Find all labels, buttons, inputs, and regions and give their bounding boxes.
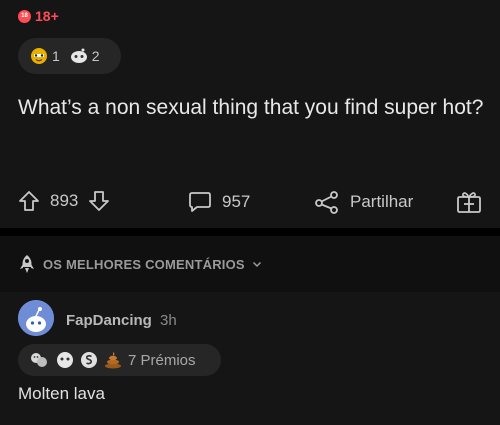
poop-award-icon <box>105 352 121 369</box>
gold-face-award-icon <box>30 47 48 65</box>
snoo-face-award-icon <box>57 352 73 368</box>
awards-count-label: 7 Prémios <box>128 351 196 369</box>
comments-button[interactable]: 957 <box>188 190 250 214</box>
section-divider <box>0 228 500 236</box>
comment-awards[interactable]: 7 Prémios <box>18 344 221 376</box>
comment-body: Molten lava <box>18 384 105 403</box>
vote-count: 893 <box>50 191 79 210</box>
share-button[interactable]: Partilhar <box>314 190 413 214</box>
avatar[interactable] <box>18 300 54 336</box>
chevron-down-icon <box>252 261 261 268</box>
sort-label: OS MELHORES COMENTÁRIOS <box>43 256 245 272</box>
comment-count: 957 <box>222 192 251 211</box>
rocket-sort-icon <box>20 255 34 273</box>
comment-sort-dropdown[interactable]: OS MELHORES COMENTÁRIOS <box>0 236 500 292</box>
comment-age: 3h <box>160 312 177 329</box>
nsfw-icon: 18 <box>18 9 31 23</box>
snoo-award-icon <box>70 47 88 65</box>
post-awards[interactable]: 1 2 <box>18 38 121 74</box>
nsfw-tag: 18 18+ <box>18 8 59 24</box>
post-title[interactable]: What’s a non sexual thing that you find … <box>18 93 488 123</box>
nsfw-label: 18+ <box>35 8 59 24</box>
wholesome-hug-award-icon <box>31 353 47 367</box>
coin-award-icon <box>81 352 97 368</box>
upvote-arrow-icon[interactable] <box>18 190 40 212</box>
gift-icon <box>457 192 481 213</box>
give-award-button[interactable] <box>456 190 482 214</box>
award-count: 2 <box>91 48 100 64</box>
vote-group: 893 <box>18 190 110 212</box>
comment-bubble-icon <box>189 192 211 212</box>
downvote-arrow-icon[interactable] <box>88 190 110 212</box>
comment-author[interactable]: FapDancing <box>66 312 152 329</box>
share-label: Partilhar <box>350 192 414 211</box>
post-card: 18 18+ 1 2 What’s a non sexual thing tha… <box>0 0 500 228</box>
share-icon <box>315 191 338 214</box>
post-action-bar: 893 957 Partilhar <box>0 184 500 220</box>
award-count: 1 <box>52 48 60 64</box>
